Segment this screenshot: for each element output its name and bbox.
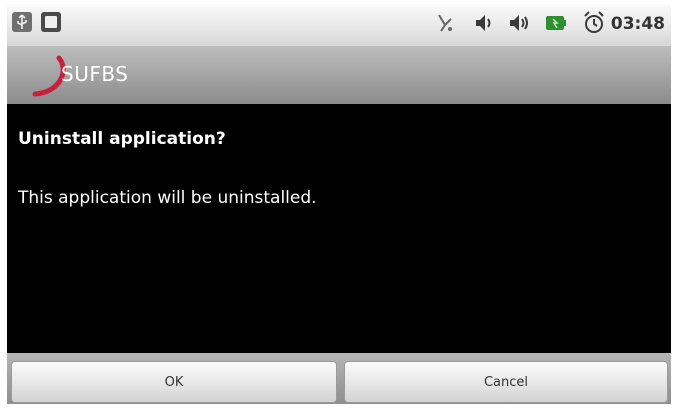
mic-icon (435, 11, 455, 39)
battery-icon (545, 14, 567, 36)
dialog-message: This application will be uninstalled. (18, 188, 317, 208)
dialog-button-bar: OK Cancel (7, 353, 671, 404)
status-time: 03:48 (610, 14, 665, 34)
volume-icon-2 (507, 11, 531, 39)
status-bar: 03:48 (7, 4, 671, 45)
title-bar: SUFBS (7, 45, 671, 104)
volume-icon (473, 11, 495, 39)
dialog-title: Uninstall application? (18, 129, 226, 149)
cancel-button[interactable]: Cancel (344, 361, 668, 403)
sd-card-icon (39, 10, 63, 38)
ok-button[interactable]: OK (11, 361, 337, 403)
usb-icon (10, 10, 34, 38)
alarm-icon (582, 10, 606, 40)
app-title: SUFBS (61, 62, 129, 86)
screen: 03:48 SUFBS Uninstall application? This … (7, 4, 671, 404)
